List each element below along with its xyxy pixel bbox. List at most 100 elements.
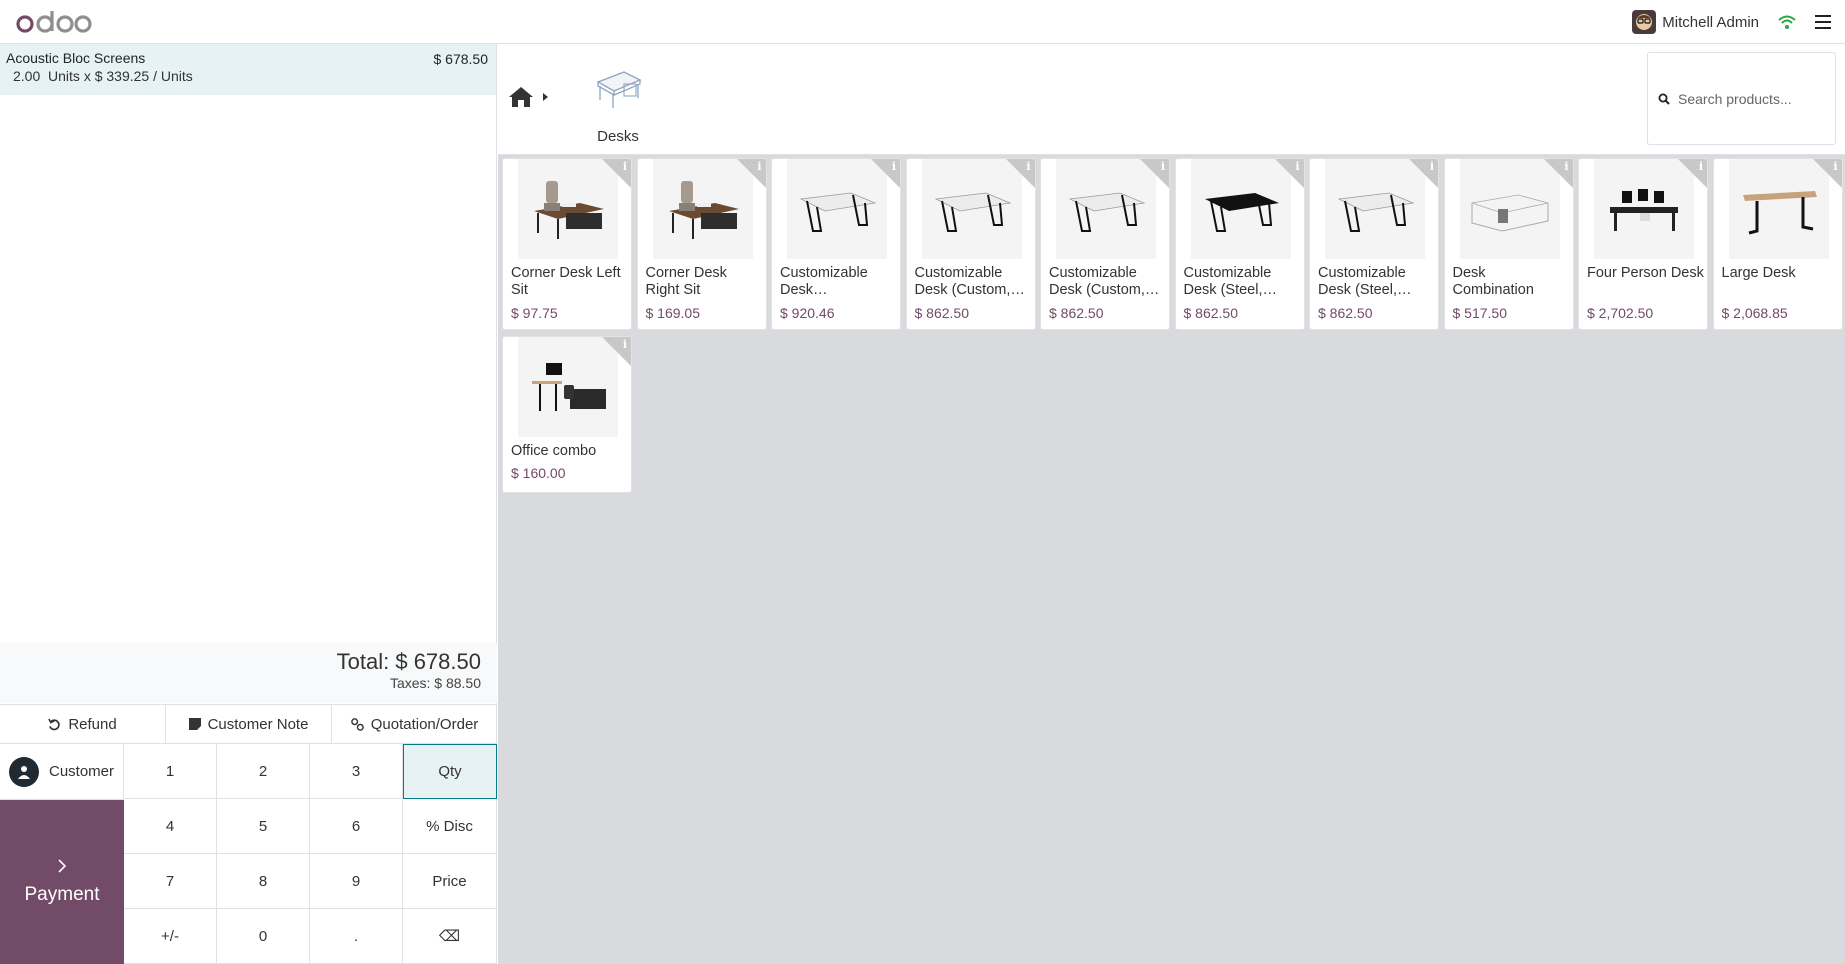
control-buttons: Refund Customer Note Quotation/Order: [0, 704, 497, 744]
product-card[interactable]: i Customizable Desk… $ 920.46: [771, 158, 901, 330]
product-card[interactable]: i Corner Desk Right Sit $ 169.05: [636, 158, 767, 330]
order-summary: Total: $ 678.50 Taxes: $ 88.50: [0, 643, 497, 703]
numpad: 1 2 3 Qty 4 5 6 % Disc 7 8 9 Price +/- 0…: [124, 744, 497, 964]
numpad-key-9[interactable]: 9: [310, 854, 403, 909]
product-name: Customizable Desk (Steel,…: [1318, 265, 1412, 298]
numpad-key-3[interactable]: 3: [310, 744, 403, 799]
product-name: Desk Combination: [1452, 265, 1534, 298]
product-card[interactable]: i Four Person Desk $ 2,702.50: [1578, 158, 1708, 330]
backspace-button[interactable]: ⌫: [403, 909, 497, 964]
numpad-key-7[interactable]: 7: [124, 854, 217, 909]
order-line-name: Acoustic Bloc Screens: [6, 50, 146, 66]
info-icon: i: [622, 160, 627, 173]
product-card[interactable]: i Corner Desk Left Sit $ 97.75: [502, 158, 632, 330]
chevron-right-icon: [58, 859, 67, 873]
search-box[interactable]: [1647, 52, 1836, 145]
product-price: $ 160.00: [511, 465, 566, 481]
product-name: Customizable Desk…: [780, 265, 868, 298]
quotation-order-button[interactable]: Quotation/Order: [332, 705, 497, 744]
product-name: Corner Desk Right Sit: [645, 265, 727, 298]
info-icon: i: [1429, 160, 1434, 173]
product-name: Customizable Desk (Custom,…: [1049, 265, 1160, 298]
numpad-key-1[interactable]: 1: [124, 744, 217, 799]
product-card[interactable]: i Office combo $ 160.00: [502, 336, 632, 493]
home-icon[interactable]: [508, 86, 534, 108]
product-card[interactable]: i Customizable Desk (Steel,… $ 862.50: [1309, 158, 1439, 330]
category-label: Desks: [597, 128, 639, 145]
info-icon: i: [891, 160, 896, 173]
category-bar: Desks: [498, 44, 1845, 155]
user-name: Mitchell Admin: [1662, 13, 1759, 31]
product-price: $ 862.50: [1183, 305, 1239, 321]
product-name: Office combo: [511, 443, 597, 459]
numpad-key-0[interactable]: 0: [217, 909, 310, 964]
info-icon: i: [1026, 160, 1031, 173]
product-card[interactable]: i Desk Combination $ 517.50: [1443, 158, 1574, 330]
product-price: $ 862.50: [1049, 305, 1104, 321]
product-card[interactable]: i Customizable Desk (Steel,… $ 862.50: [1174, 158, 1305, 330]
hamburger-menu-icon[interactable]: [1815, 15, 1831, 29]
numpad-key-decimal[interactable]: .: [310, 909, 403, 964]
order-total: Total: $ 678.50: [336, 649, 481, 674]
numpad-key-plus-minus[interactable]: +/-: [124, 909, 217, 964]
product-price: $ 169.05: [645, 305, 701, 321]
product-price: $ 517.50: [1452, 305, 1508, 321]
product-price: $ 2,068.85: [1721, 305, 1788, 321]
numpad-key-8[interactable]: 8: [217, 854, 310, 909]
info-icon: i: [1295, 160, 1300, 173]
desk-category-icon: [596, 71, 642, 108]
breadcrumb-caret-icon: [543, 93, 548, 101]
top-navbar: Mitchell Admin: [0, 0, 1845, 44]
search-icon: [1658, 93, 1670, 105]
product-price: $ 862.50: [914, 305, 970, 321]
refund-label: Refund: [68, 715, 117, 733]
product-card[interactable]: i Customizable Desk (Custom,… $ 862.50: [905, 158, 1036, 330]
user-menu[interactable]: Mitchell Admin: [1632, 10, 1759, 34]
payment-button[interactable]: Payment: [0, 800, 124, 964]
info-icon: i: [622, 338, 627, 351]
order-taxes: Taxes: $ 88.50: [389, 675, 481, 691]
customer-note-label: Customer Note: [207, 715, 309, 733]
product-price: $ 862.50: [1318, 305, 1373, 321]
numpad-area: Customer Payment 1 2 3 Qty 4 5 6 % Disc …: [0, 744, 497, 964]
customer-button[interactable]: Customer: [0, 744, 124, 800]
wifi-icon: [1778, 15, 1796, 29]
info-icon: i: [757, 160, 762, 173]
numpad-key-5[interactable]: 5: [217, 799, 310, 854]
product-card[interactable]: i Large Desk $ 2,068.85: [1712, 158, 1843, 330]
info-icon: i: [1160, 160, 1165, 173]
user-icon: [9, 756, 39, 787]
price-mode-button[interactable]: Price: [403, 854, 497, 909]
customer-note-button[interactable]: Customer Note: [166, 705, 332, 744]
customer-label: Customer: [49, 763, 115, 780]
product-name: Four Person Desk: [1587, 265, 1704, 281]
discount-mode-button[interactable]: % Disc: [403, 799, 497, 854]
qty-mode-button[interactable]: Qty: [403, 744, 497, 799]
user-avatar: [1632, 10, 1657, 34]
info-icon: i: [1833, 160, 1838, 173]
order-line-price: $ 678.50: [433, 51, 489, 67]
product-name: Corner Desk Left Sit: [511, 265, 621, 298]
order-line-detail: Units x $ 339.25 / Units: [48, 68, 193, 84]
numpad-key-4[interactable]: 4: [124, 799, 217, 854]
order-line-qty: 2.00: [13, 68, 41, 84]
product-name: Customizable Desk (Custom,…: [914, 265, 1025, 298]
link-icon: [350, 717, 364, 731]
order-line[interactable]: Acoustic Bloc Screens $ 678.50 2.00 Unit…: [0, 44, 496, 95]
product-price: $ 2,702.50: [1587, 305, 1654, 321]
category-desks[interactable]: Desks: [583, 66, 653, 145]
payment-label: Payment: [24, 884, 100, 905]
search-input[interactable]: [1678, 90, 1828, 107]
product-card[interactable]: i Customizable Desk (Custom,… $ 862.50: [1040, 158, 1170, 330]
quotation-order-label: Quotation/Order: [370, 715, 479, 733]
info-icon: i: [1564, 160, 1569, 173]
product-price: $ 920.46: [780, 305, 835, 321]
numpad-key-2[interactable]: 2: [217, 744, 310, 799]
order-panel: Acoustic Bloc Screens $ 678.50 2.00 Unit…: [0, 44, 497, 964]
numpad-key-6[interactable]: 6: [310, 799, 403, 854]
refund-button[interactable]: Refund: [0, 705, 166, 744]
info-icon: i: [1698, 160, 1703, 173]
odoo-logo: [16, 9, 92, 35]
note-icon: [188, 718, 201, 730]
order-line-info: 2.00 Units x $ 339.25 / Units: [6, 68, 488, 84]
